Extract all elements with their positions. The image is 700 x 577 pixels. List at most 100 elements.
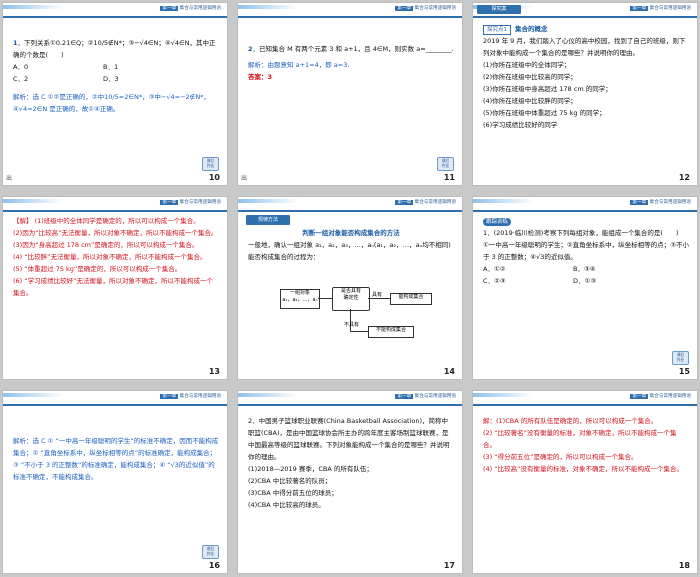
- answer-line: 【解】 (1)班级中的全体同学是确定的，所以可以构成一个集合。: [13, 217, 200, 225]
- slide-thumbnail-12[interactable]: 第一章 集合与常用逻辑用语 探究案 探究点1 集合的概念 2019 年 9 月，我…: [472, 2, 698, 186]
- slide-header: 第一章 集合与常用逻辑用语: [3, 3, 227, 18]
- flow-no-result: 不能构成集合: [368, 326, 414, 338]
- answer-line: 解：(1)CBA 的所有队伍是确定的，所以可以构成一个集合。: [483, 417, 658, 425]
- answer-line: (2) “比较著名”没有衡量的标准，对象不确定，所以不能构成一个集合。: [483, 429, 677, 449]
- question-items: ①一中高一年级聪明的学生；②直角坐标系中，纵坐标相等的点；③不小于 3 的正整数…: [483, 241, 689, 261]
- answer-line: (3) “得分前五位”是确定的，所以可以构成一个集合。: [483, 453, 638, 461]
- slide-number: 10: [208, 173, 220, 182]
- slide-thumbnail-14[interactable]: 第一章 集合与常用逻辑用语 规律方法 判断一组对象能否构成集合的方法 一般地，确…: [237, 196, 463, 380]
- chapter-title: 集合与常用逻辑用语: [179, 200, 221, 205]
- flow-yes-label: 具有: [372, 292, 383, 298]
- slide-content: 跟踪训练 1．(2019·临川检测)考察下列每组对象，能组成一个集合的是( ) …: [483, 215, 689, 287]
- slide-header: 第一章 集合与常用逻辑用语: [238, 3, 462, 18]
- back-button[interactable]: 课后 作业: [202, 545, 219, 559]
- chapter-label: 第一章: [630, 394, 649, 399]
- chapter-label: 第一章: [395, 394, 414, 399]
- slide-header: 第一章 集合与常用逻辑用语: [238, 197, 462, 212]
- slide-header: 第一章 集合与常用逻辑用语: [473, 197, 697, 212]
- question-text: 2019 年 9 月，我们踏入了心仪的高中校园，找到了自己的班级，则下列对象中能…: [483, 37, 686, 57]
- list-item: (4)你所在班级中比较胖的同学；: [483, 97, 577, 105]
- option-b: B．③④: [573, 265, 596, 273]
- flow-arrow: [318, 298, 332, 299]
- chapter-title: 集合与常用逻辑用语: [414, 6, 456, 11]
- slide-thumbnail-15[interactable]: 第一章 集合与常用逻辑用语 跟踪训练 1．(2019·临川检测)考察下列每组对象…: [472, 196, 698, 380]
- chapter-label: 第一章: [630, 200, 649, 205]
- option-c: C．②③: [483, 277, 506, 285]
- chapter-label: 第一章: [160, 6, 179, 11]
- slide-content: 2．已知集合 M 有两个元素 3 和 a+1，且 4∈M，则实数 a=_____…: [248, 43, 454, 83]
- slide-header: 第一章 集合与常用逻辑用语: [3, 197, 227, 212]
- answer-line: (4) “比较胖”无法衡量，所以对象不确定，所以不能构成一个集合。: [13, 253, 207, 261]
- slide-caption: 出: [6, 175, 13, 182]
- slide-thumbnail-16[interactable]: 第一章 集合与常用逻辑用语 解析：选 C ① “一中高一年级聪明的学生”的标准不…: [2, 390, 228, 574]
- method-badge: 规律方法: [246, 215, 290, 225]
- slide-number: 11: [443, 173, 455, 182]
- question-text: 1．(2019·临川检测)考察下列每组对象，能组成一个集合的是( ): [483, 229, 679, 237]
- flow-decision-box: 是否具有 确定性: [332, 287, 370, 311]
- chapter-label: 第一章: [160, 394, 179, 399]
- list-item: (1)2018—2019 赛季，CBA 的所有队伍；: [248, 465, 373, 473]
- question-text: 2．已知集合 M 有两个元素 3 和 a+1，且 4∈M，则实数 a=_____…: [248, 45, 454, 53]
- chapter-title: 集合与常用逻辑用语: [649, 200, 691, 205]
- chapter-label: 第一章: [395, 200, 414, 205]
- slide-content: 探究点1 集合的概念 2019 年 9 月，我们踏入了心仪的高中校园，找到了自己的…: [483, 23, 689, 131]
- chapter-label: 第一章: [160, 200, 179, 205]
- list-item: (6)学习成绩比较好的同学: [483, 121, 558, 129]
- practice-badge: 跟踪训练: [483, 218, 512, 226]
- chapter-title: 集合与常用逻辑用语: [649, 394, 691, 399]
- slide-header: 第一章 集合与常用逻辑用语: [473, 391, 697, 406]
- flow-start-box: 一组对象 a₁，a₂，…，aₙ: [280, 289, 320, 309]
- explore-tag: 探究点1: [483, 25, 511, 35]
- slide-caption: 出: [241, 175, 248, 182]
- option-d: D．3: [103, 75, 119, 83]
- section-badge: 探究案: [477, 5, 521, 14]
- slide-number: 16: [208, 561, 220, 570]
- slide-number: 12: [678, 173, 690, 182]
- slide-content: 解析：选 C ① “一中高一年级聪明的学生”的标准不确定，因而不能构成集合；② …: [13, 435, 219, 483]
- flow-arrow: [368, 298, 390, 299]
- option-b: B．1: [103, 63, 119, 71]
- slide-thumbnail-13[interactable]: 第一章 集合与常用逻辑用语 【解】 (1)班级中的全体同学是确定的，所以可以构成…: [2, 196, 228, 380]
- slide-thumbnail-10[interactable]: 第一章 集合与常用逻辑用语 1．下列关系①0.21∈Q；②10/5∉N*；③−√…: [2, 2, 228, 186]
- list-item: (1)你所在班级中的全体同学；: [483, 61, 571, 69]
- chapter-title: 集合与常用逻辑用语: [649, 6, 691, 11]
- answer-line: (2)因为“比较高”无法衡量，所以对象不确定，所以不能构成一个集合。: [13, 229, 218, 237]
- slide-thumbnail-18[interactable]: 第一章 集合与常用逻辑用语 解：(1)CBA 的所有队伍是确定的，所以可以构成一…: [472, 390, 698, 574]
- question-text: 2．中国男子篮球职业联赛(China Basketball Associatio…: [248, 417, 450, 461]
- flow-arrow: [350, 331, 368, 332]
- method-body: 一般地，确认一组对象 a₁，a₂，a₃，…，aₙ(a₁，a₂，…，aₙ均不相同)…: [248, 241, 451, 261]
- list-item: (2)你所在班级中比较高的同学；: [483, 73, 577, 81]
- option-a: A．0: [13, 63, 29, 71]
- answer-text: 答案：3: [248, 73, 273, 81]
- answer-line: (3)因为“身高超过 178 cm”是确定的，所以可以构成一个集合。: [13, 241, 199, 249]
- slide-number: 15: [678, 367, 690, 376]
- answer-line: (6) “学习成绩比较好”无法衡量，所以对象不确定，所以不能构成一个集合。: [13, 277, 214, 297]
- list-item: (2)CBA 中比较著名的队员；: [248, 477, 332, 485]
- topic-title: 集合的概念: [515, 25, 548, 33]
- back-button[interactable]: 课后 作业: [437, 157, 454, 171]
- slide-number: 17: [443, 561, 455, 570]
- chapter-title: 集合与常用逻辑用语: [414, 200, 456, 205]
- solution-text: 解析：选 C ①②是正确的，②中10/5=2∈N*，③中−√4=−2∉N*，④√…: [13, 93, 210, 113]
- slide-content: 【解】 (1)班级中的全体同学是确定的，所以可以构成一个集合。 (2)因为“比较…: [13, 215, 219, 299]
- answer-line: (5) “体重超过 75 kg”是确定的，所以可以构成一个集合。: [13, 265, 182, 273]
- slide-header: 第一章 集合与常用逻辑用语: [3, 391, 227, 406]
- slide-content: 判断一组对象能否构成集合的方法 一般地，确认一组对象 a₁，a₂，a₃，…，aₙ…: [248, 227, 454, 263]
- solution-text: 解析：由题意知 a+1=4，即 a=3.: [248, 61, 350, 69]
- slide-content: 1．下列关系①0.21∈Q；②10/5∉N*；③−√4∈N；④√4∈N，其中正确…: [13, 37, 219, 115]
- back-button[interactable]: 课后 作业: [202, 157, 219, 171]
- list-item: (3)CBA 中得分前五位的球员；: [248, 489, 338, 497]
- slide-thumbnail-11[interactable]: 第一章 集合与常用逻辑用语 2．已知集合 M 有两个元素 3 和 a+1，且 4…: [237, 2, 463, 186]
- option-c: C．2: [13, 75, 29, 83]
- slide-content: 2．中国男子篮球职业联赛(China Basketball Associatio…: [248, 415, 454, 511]
- solution-text: 解析：选 C ① “一中高一年级聪明的学生”的标准不确定，因而不能构成集合；② …: [13, 437, 219, 481]
- slide-thumbnail-17[interactable]: 第一章 集合与常用逻辑用语 2．中国男子篮球职业联赛(China Basketb…: [237, 390, 463, 574]
- chapter-title: 集合与常用逻辑用语: [179, 394, 221, 399]
- back-button[interactable]: 课后 作业: [672, 351, 689, 365]
- flow-no-label: 不具有: [344, 322, 360, 328]
- slide-number: 18: [678, 561, 690, 570]
- slide-header: 第一章 集合与常用逻辑用语: [238, 391, 462, 406]
- chapter-title: 集合与常用逻辑用语: [179, 6, 221, 11]
- list-item: (3)你所在班级中身高超过 178 cm 的同学；: [483, 85, 612, 93]
- list-item: (4)CBA 中比较高的球员。: [248, 501, 325, 509]
